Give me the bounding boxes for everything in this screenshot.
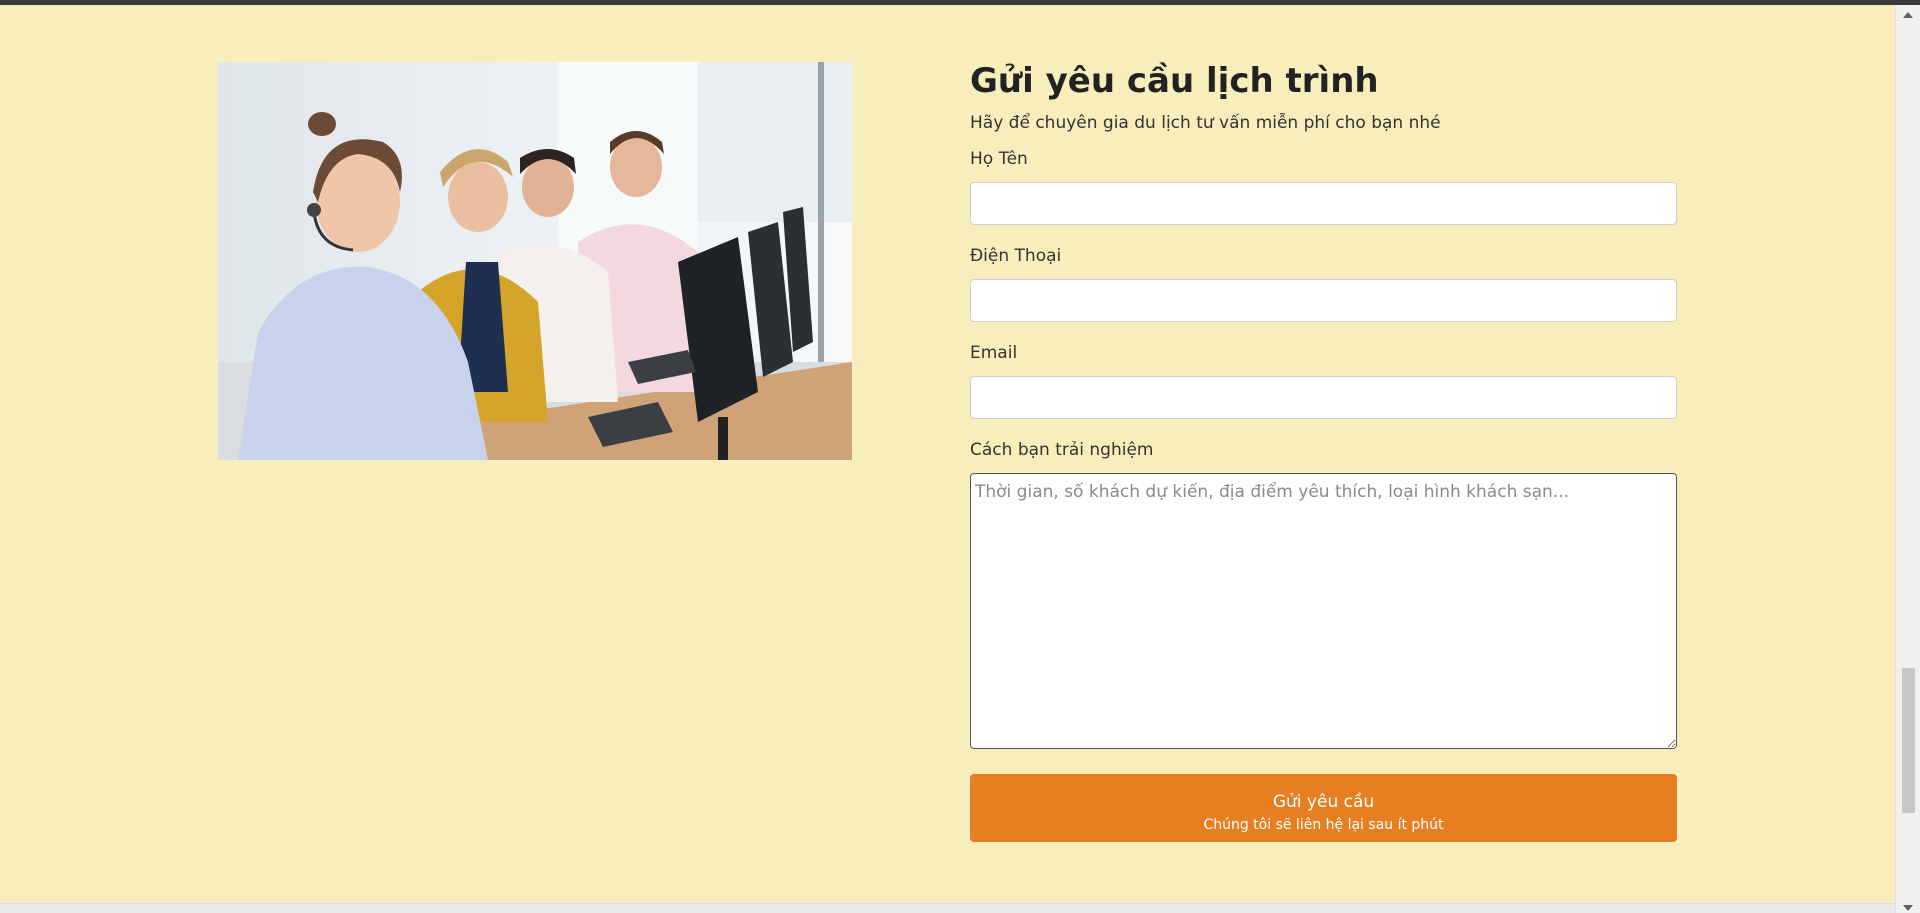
- scroll-down-arrow-icon[interactable]: [1903, 905, 1913, 911]
- email-input[interactable]: [970, 376, 1677, 419]
- vertical-scrollbar[interactable]: [1895, 5, 1920, 913]
- form-subtitle: Hãy để chuyên gia du lịch tư vấn miễn ph…: [970, 113, 1441, 133]
- phone-label: Điện Thoại: [970, 246, 1062, 266]
- experience-label: Cách bạn trải nghiệm: [970, 440, 1154, 460]
- submit-request-button[interactable]: Gửi yêu cầu Chúng tôi sẽ liên hệ lại sau…: [970, 774, 1677, 842]
- email-label: Email: [970, 343, 1018, 363]
- scrollbar-thumb[interactable]: [1902, 668, 1915, 813]
- submit-button-label: Gửi yêu cầu: [1272, 792, 1375, 812]
- scroll-up-arrow-icon[interactable]: [1903, 12, 1913, 18]
- name-label: Họ Tên: [970, 149, 1028, 169]
- submit-button-sublabel: Chúng tôi sẽ liên hệ lại sau ít phút: [1203, 817, 1444, 833]
- phone-input[interactable]: [970, 279, 1677, 322]
- experience-textarea[interactable]: [970, 473, 1677, 749]
- call-center-photo: [218, 62, 852, 460]
- horizontal-scrollbar[interactable]: [0, 903, 1895, 913]
- trip-request-form: Gửi yêu cầu lịch trình Hãy để chuyên gia…: [970, 58, 1677, 842]
- name-input[interactable]: [970, 182, 1677, 225]
- form-title: Gửi yêu cầu lịch trình: [970, 61, 1379, 101]
- browser-top-border: [0, 0, 1920, 5]
